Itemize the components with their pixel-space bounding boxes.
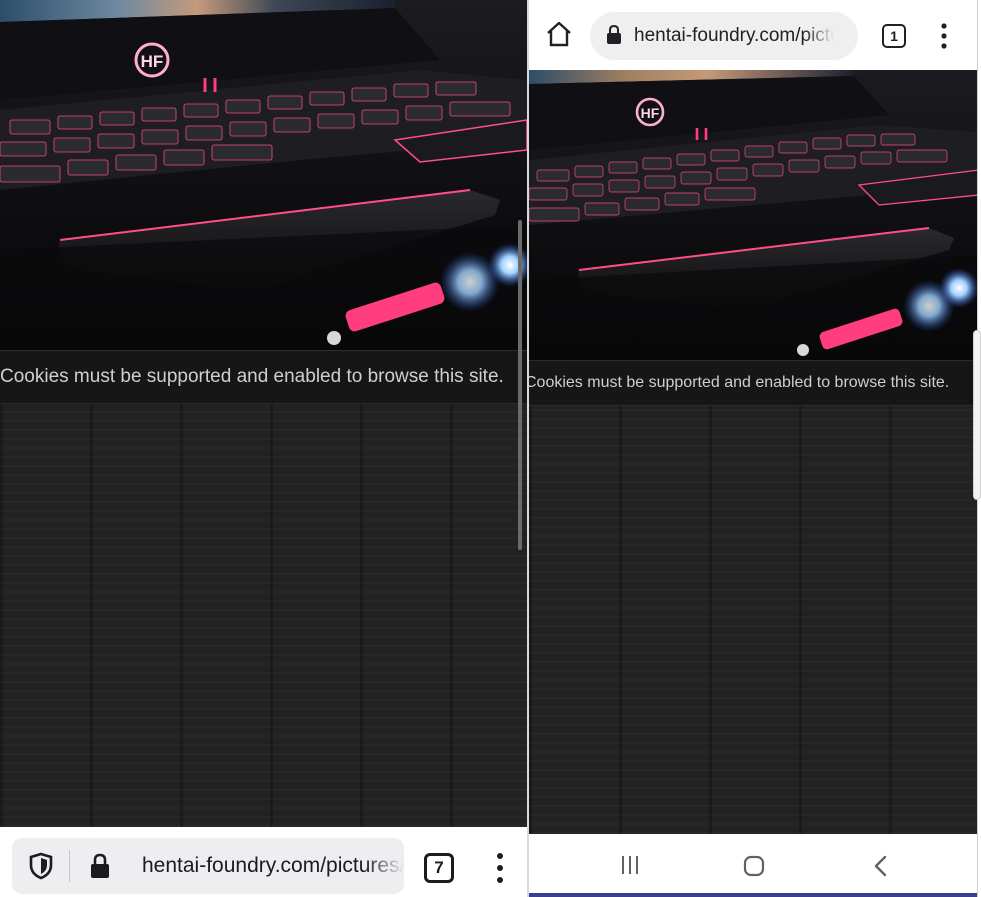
tab-switcher-button[interactable]: 1 [882,24,906,48]
address-bar[interactable]: hentai-foundry.com/pictures/user/ [590,12,858,60]
keyboard-artwork: HF [0,0,527,350]
site-header-banner[interactable]: HF [529,70,977,360]
page-scrollbar[interactable] [518,220,522,550]
chevron-left-icon[interactable] [871,854,891,878]
edge-panel-handle[interactable] [973,330,981,500]
cookie-warning-bar: Cookies must be supported and enabled to… [529,360,977,406]
right-browser-window: hentai-foundry.com/pictures/user/ 1 [527,0,977,897]
hf-pattern-background [0,404,527,827]
hf-pattern-background [529,406,977,834]
address-bar-divider [69,850,70,882]
tab-counter-button[interactable]: 7 [424,853,454,883]
chrome-toolbar: hentai-foundry.com/pictures/user/ 1 [529,0,977,70]
home-icon[interactable] [545,20,573,48]
hf-logo-text: HF [641,105,660,121]
cookie-warning-text: Cookies must be supported and enabled to… [529,374,950,391]
cookie-warning-text: Cookies must be supported and enabled to… [0,366,504,387]
recent-apps-icon[interactable] [619,854,641,876]
vertical-dots-icon[interactable] [933,20,955,52]
vertical-dots-icon[interactable] [488,851,512,885]
circle-home-icon[interactable] [742,854,766,878]
url-text[interactable]: hentai-foundry.com/pictures/user/ [634,12,834,60]
hf-logo-text: HF [141,52,164,71]
left-browser-window: HF Cookies must be supported and enabled… [0,0,527,897]
lock-icon[interactable] [606,25,622,45]
split-screen: HF Cookies must be supported and enabled… [0,0,981,897]
cookie-warning-bar: Cookies must be supported and enabled to… [0,350,527,404]
firefox-toolbar: hentai-foundry.com/pictures/user/ 7 [0,827,527,897]
lock-icon[interactable] [88,853,112,879]
keyboard-artwork: HF [529,70,977,360]
site-header-banner[interactable]: HF [0,0,527,350]
shield-icon[interactable] [28,852,54,880]
address-bar[interactable]: hentai-foundry.com/pictures/user/ [12,838,404,894]
url-text[interactable]: hentai-foundry.com/pictures/user/ [142,838,404,894]
android-navigation-bar [529,834,977,897]
